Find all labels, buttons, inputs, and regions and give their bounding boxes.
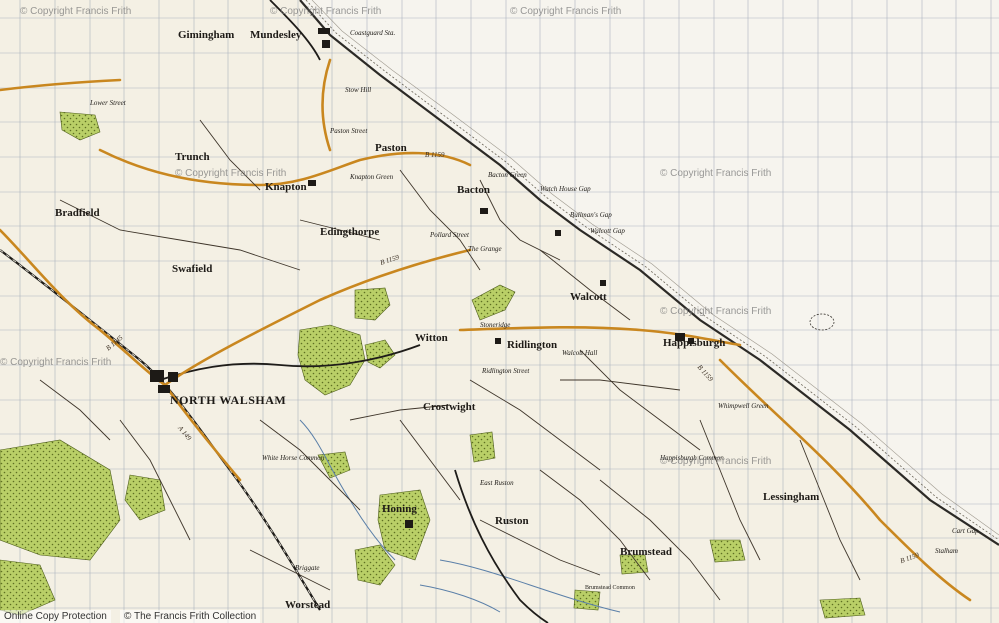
place-coastguard-sta: Coastguard Sta. <box>350 29 396 37</box>
footer-frith-collection: © The Francis Frith Collection <box>120 610 261 623</box>
watermark: © Copyright Francis Frith <box>660 168 772 179</box>
place-gimingham: Gimingham <box>178 29 235 41</box>
place-cart-gap: Cart Gap <box>952 527 979 535</box>
place-honing: Honing <box>382 503 417 515</box>
place-stalham: Stalham <box>935 547 958 555</box>
place-knapton-green: Knapton Green <box>350 173 394 181</box>
place-mundesley: Mundesley <box>250 29 302 41</box>
map-base <box>0 0 999 623</box>
place-walcott-gap: Walcott Gap <box>590 227 625 235</box>
place-trunch: Trunch <box>175 151 210 163</box>
place-paston: Paston <box>375 142 407 154</box>
watermark: © Copyright Francis Frith <box>0 357 112 368</box>
place-swafield: Swafield <box>172 263 213 275</box>
place-lower-street: Lower Street <box>90 99 126 107</box>
place-pollard-street: Pollard Street <box>430 231 469 239</box>
place-stoneridge: Stoneridge <box>480 321 511 329</box>
place-walcott: Walcott <box>570 291 607 303</box>
place-briggate: Briggate <box>295 564 320 572</box>
place-lessingham: Lessingham <box>763 491 820 503</box>
watermark: © Copyright Francis Frith <box>270 6 382 17</box>
place-walcott-hall: Walcott Hall <box>562 349 598 357</box>
place-bullmans-gap: Bullman's Gap <box>570 211 612 219</box>
place-happisburgh: Happisburgh <box>663 337 726 349</box>
place-ridlington-street: Ridlington Street <box>482 367 530 375</box>
place-brumstead: Brumstead <box>620 546 672 558</box>
place-the-grange: The Grange <box>468 245 502 253</box>
historic-map: Gimingham Mundesley Paston Trunch Knapto… <box>0 0 999 623</box>
watermark: © Copyright Francis Frith <box>660 456 772 467</box>
place-witton: Witton <box>415 332 448 344</box>
road-b1150-paston: B 1159 <box>425 151 445 159</box>
place-brumstead-common: Brumstead Common <box>585 585 635 591</box>
footer-copy-protection: Online Copy Protection <box>0 610 111 623</box>
place-bacton: Bacton <box>457 184 490 196</box>
place-stow-hill: Stow Hill <box>345 86 372 94</box>
watermark: © Copyright Francis Frith <box>175 168 287 179</box>
place-edingthorpe: Edingthorpe <box>320 226 380 238</box>
place-east-ruston: East Ruston <box>480 479 514 487</box>
place-paston-street: Paston Street <box>330 127 368 135</box>
place-knapton: Knapton <box>265 181 307 193</box>
watermark: © Copyright Francis Frith <box>20 6 132 17</box>
watermark: © Copyright Francis Frith <box>510 6 622 17</box>
place-white-horse-common: White Horse Common <box>262 454 325 462</box>
place-crostwight: Crostwight <box>423 401 476 413</box>
watermark: © Copyright Francis Frith <box>660 306 772 317</box>
sea-area <box>300 0 999 545</box>
place-north-walsham: NORTH WALSHAM <box>170 393 287 407</box>
place-whimpwell-green: Whimpwell Green <box>718 402 769 410</box>
place-ruston: Ruston <box>495 515 529 527</box>
place-watch-house-gap: Watch House Gap <box>540 185 591 193</box>
place-bacton-green: Bacton Green <box>488 171 527 179</box>
place-worstead: Worstead <box>285 599 331 611</box>
place-ridlington: Ridlington <box>507 339 558 351</box>
place-bradfield: Bradfield <box>55 207 100 219</box>
